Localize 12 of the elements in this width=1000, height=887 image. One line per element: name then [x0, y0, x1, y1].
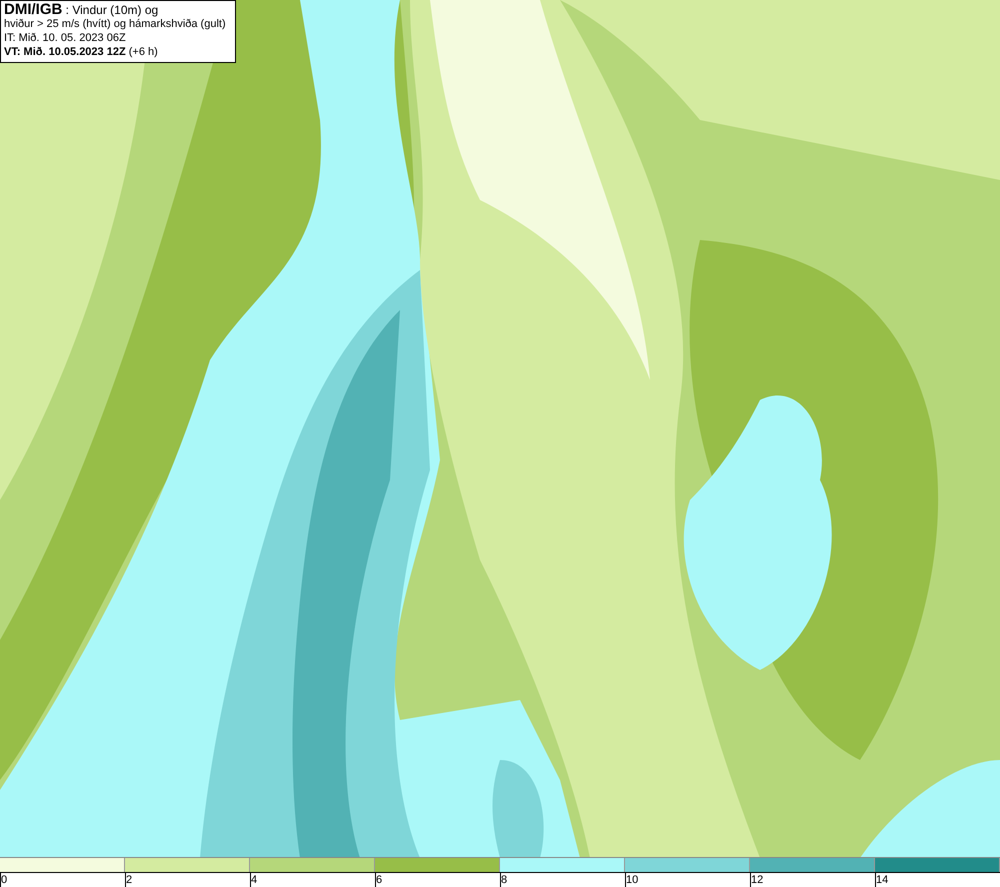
legend-tick-label: 10 — [625, 873, 638, 887]
legend-tick-label: 4 — [250, 873, 258, 887]
legend-tick-label: 14 — [875, 873, 888, 887]
title-line: hviður > 25 m/s (hvítt) og hámarkshviða (gult) — [4, 17, 227, 31]
legend-tick-label: 12 — [750, 873, 764, 887]
title-line: IT: Mið. 10. 05. 2023 06Z — [4, 31, 127, 45]
title-line: VT: Mið. 10.05.2023 12Z (+6 h) — [4, 45, 159, 59]
legend-tick-label: 0 — [0, 873, 8, 887]
legend-tick-label: 6 — [375, 873, 382, 887]
legend-tick-label: 8 — [500, 873, 508, 887]
legend-tick-label: 2 — [125, 873, 132, 887]
title-line: DMI/IGB : Vindur (10m) og — [4, 3, 160, 17]
